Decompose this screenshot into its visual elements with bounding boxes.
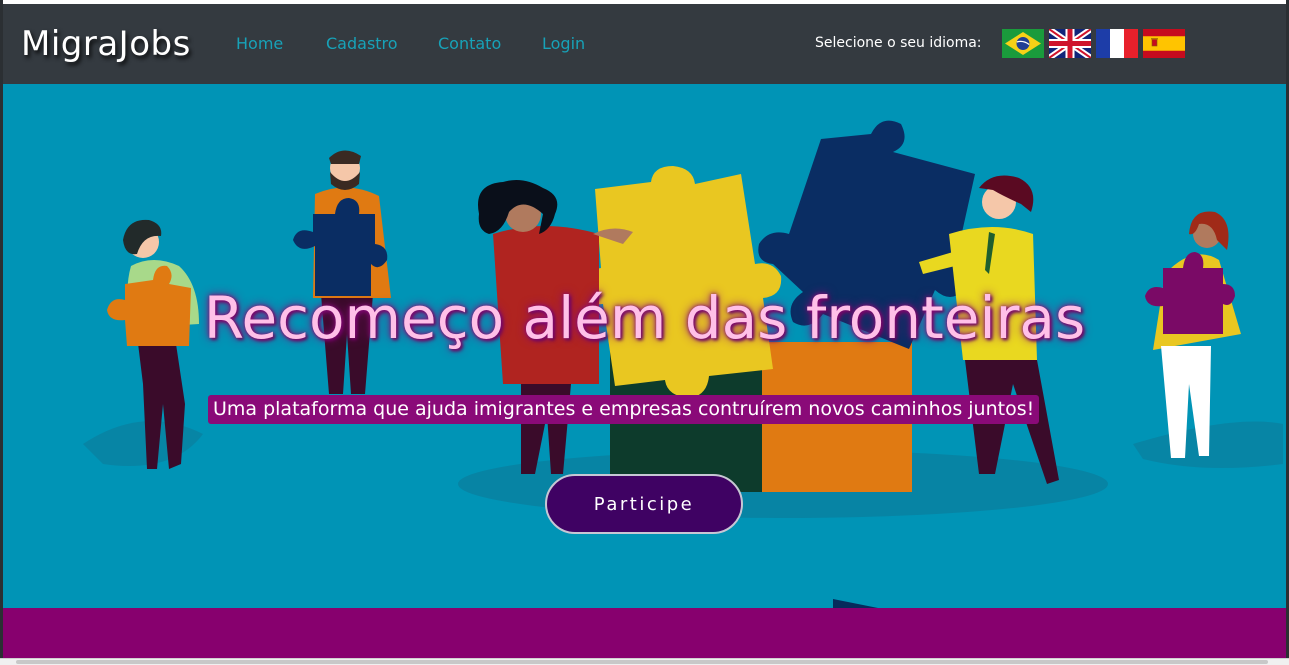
window-frame <box>0 0 1289 664</box>
scrollbar-thumb[interactable] <box>16 660 1268 664</box>
